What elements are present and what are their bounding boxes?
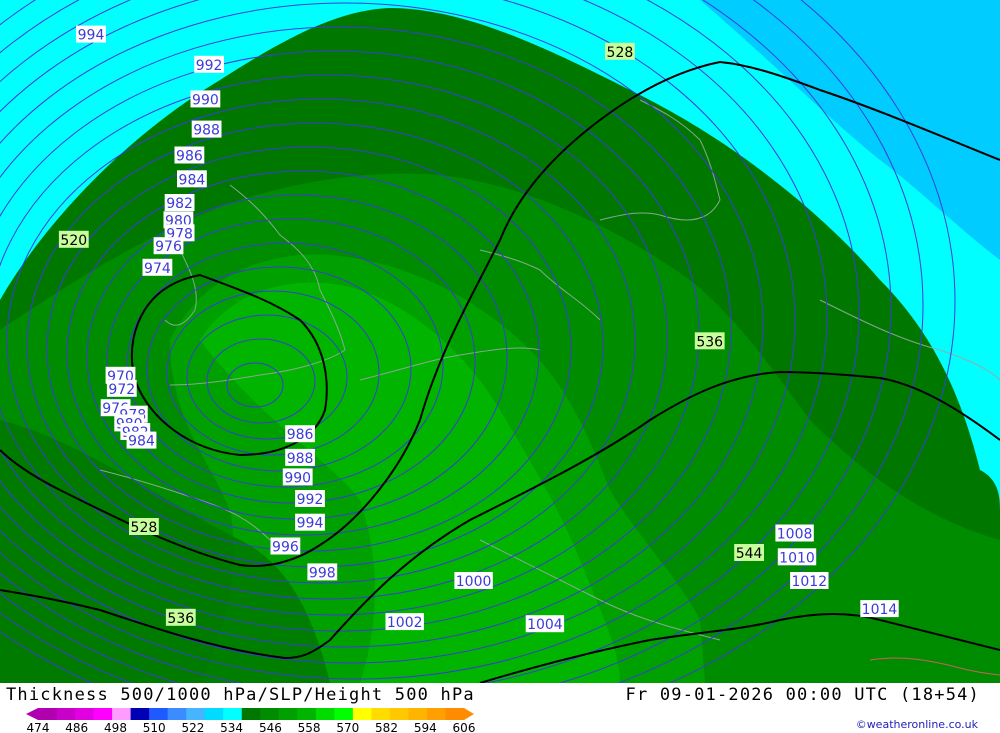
- isobar-label: 984: [128, 434, 155, 450]
- legend-swatch: [93, 708, 113, 720]
- legend-swatch: [130, 708, 150, 720]
- legend-swatch: [260, 708, 280, 720]
- legend-swatch: [56, 708, 76, 720]
- isobar-label: 972: [108, 382, 135, 398]
- footer-bar: Thickness 500/1000 hPa/SLP/Height 500 hP…: [0, 683, 1000, 733]
- legend-swatch: [352, 708, 372, 720]
- legend-tick-label: 534: [220, 721, 243, 733]
- legend-swatch: [223, 708, 243, 720]
- legend-tick-label: 510: [143, 721, 166, 733]
- isobar-label: 1008: [777, 527, 813, 543]
- isobar-label: 1002: [387, 615, 423, 631]
- legend-tick-label: 606: [453, 721, 476, 733]
- isobar-label: 988: [287, 451, 314, 467]
- isobar-label: 982: [166, 196, 193, 212]
- isobar-label: 994: [297, 516, 324, 532]
- map-viewer: 994 992 990 988 986 984 982 980 978 976 974 970 972 9…: [0, 0, 1000, 733]
- thickness-label: 528: [607, 45, 634, 61]
- thickness-label: 544: [736, 546, 763, 562]
- legend-swatch: [297, 708, 317, 720]
- isobar-label: 1000: [456, 574, 492, 590]
- legend-swatch: [278, 708, 298, 720]
- thickness-label: 536: [696, 334, 723, 350]
- isobar-label: 1004: [527, 617, 563, 633]
- isobar-label: 988: [193, 123, 220, 139]
- isobar-label: 1012: [791, 574, 827, 590]
- legend-swatch: [186, 708, 206, 720]
- isobar-label: 994: [78, 28, 105, 44]
- legend-swatch: [334, 708, 354, 720]
- legend-swatch: [315, 708, 335, 720]
- legend-tick-label: 474: [27, 721, 50, 733]
- isobar-label: 990: [192, 92, 219, 108]
- legend-tick-label: 594: [414, 721, 437, 733]
- credit-link[interactable]: ©weatheronline.co.uk: [856, 718, 978, 731]
- legend-swatch: [149, 708, 169, 720]
- legend-tick-label: 558: [298, 721, 321, 733]
- color-legend: 474 486 498 510 522 534 546 558 570 582 594 606: [26, 708, 476, 733]
- legend-swatch: [389, 708, 409, 720]
- legend-swatch: [38, 708, 58, 720]
- legend-tick-label: 486: [65, 721, 88, 733]
- isobar-label: 992: [196, 58, 223, 74]
- legend-swatch: [445, 708, 465, 720]
- isobar-label: 1014: [862, 602, 898, 618]
- isobar-label: 1010: [779, 550, 815, 566]
- legend-tick-label: 522: [181, 721, 204, 733]
- legend-tick-label: 570: [336, 721, 359, 733]
- isobar-label: 986: [176, 149, 203, 165]
- legend-tick-label: 582: [375, 721, 398, 733]
- legend-swatch: [408, 708, 428, 720]
- legend-swatch: [75, 708, 95, 720]
- isobar-label: 976: [155, 239, 182, 255]
- legend-swatch: [112, 708, 132, 720]
- thickness-label: 520: [60, 233, 87, 249]
- isobar-label: 990: [284, 470, 311, 486]
- isobar-label: 996: [272, 540, 299, 556]
- legend-swatch: [241, 708, 261, 720]
- isobar-label: 986: [287, 427, 314, 443]
- legend-swatch: [426, 708, 446, 720]
- valid-time: Fr 09-01-2026 00:00 UTC (18+54): [625, 685, 980, 705]
- legend-ticks: 474 486 498 510 522 534 546 558 570 582 594 606: [27, 721, 476, 733]
- thickness-label: 536: [167, 611, 194, 627]
- map-title: Thickness 500/1000 hPa/SLP/Height 500 hP…: [6, 685, 475, 705]
- legend-arrow-right: [464, 708, 474, 720]
- isobar-label: 992: [297, 492, 324, 508]
- isobar-label: 974: [144, 261, 171, 277]
- legend-swatch: [204, 708, 224, 720]
- thickness-label: 528: [131, 520, 158, 536]
- legend-tick-label: 498: [104, 721, 127, 733]
- legend-swatch: [371, 708, 391, 720]
- isobar-label: 984: [179, 172, 206, 188]
- legend-swatch: [167, 708, 187, 720]
- legend-arrow-left: [26, 708, 38, 720]
- isobar-label: 998: [309, 565, 336, 581]
- legend-swatches: [26, 708, 474, 720]
- weather-map[interactable]: 9949929909889869849829809789769749709729…: [0, 0, 1000, 733]
- legend-tick-label: 546: [259, 721, 282, 733]
